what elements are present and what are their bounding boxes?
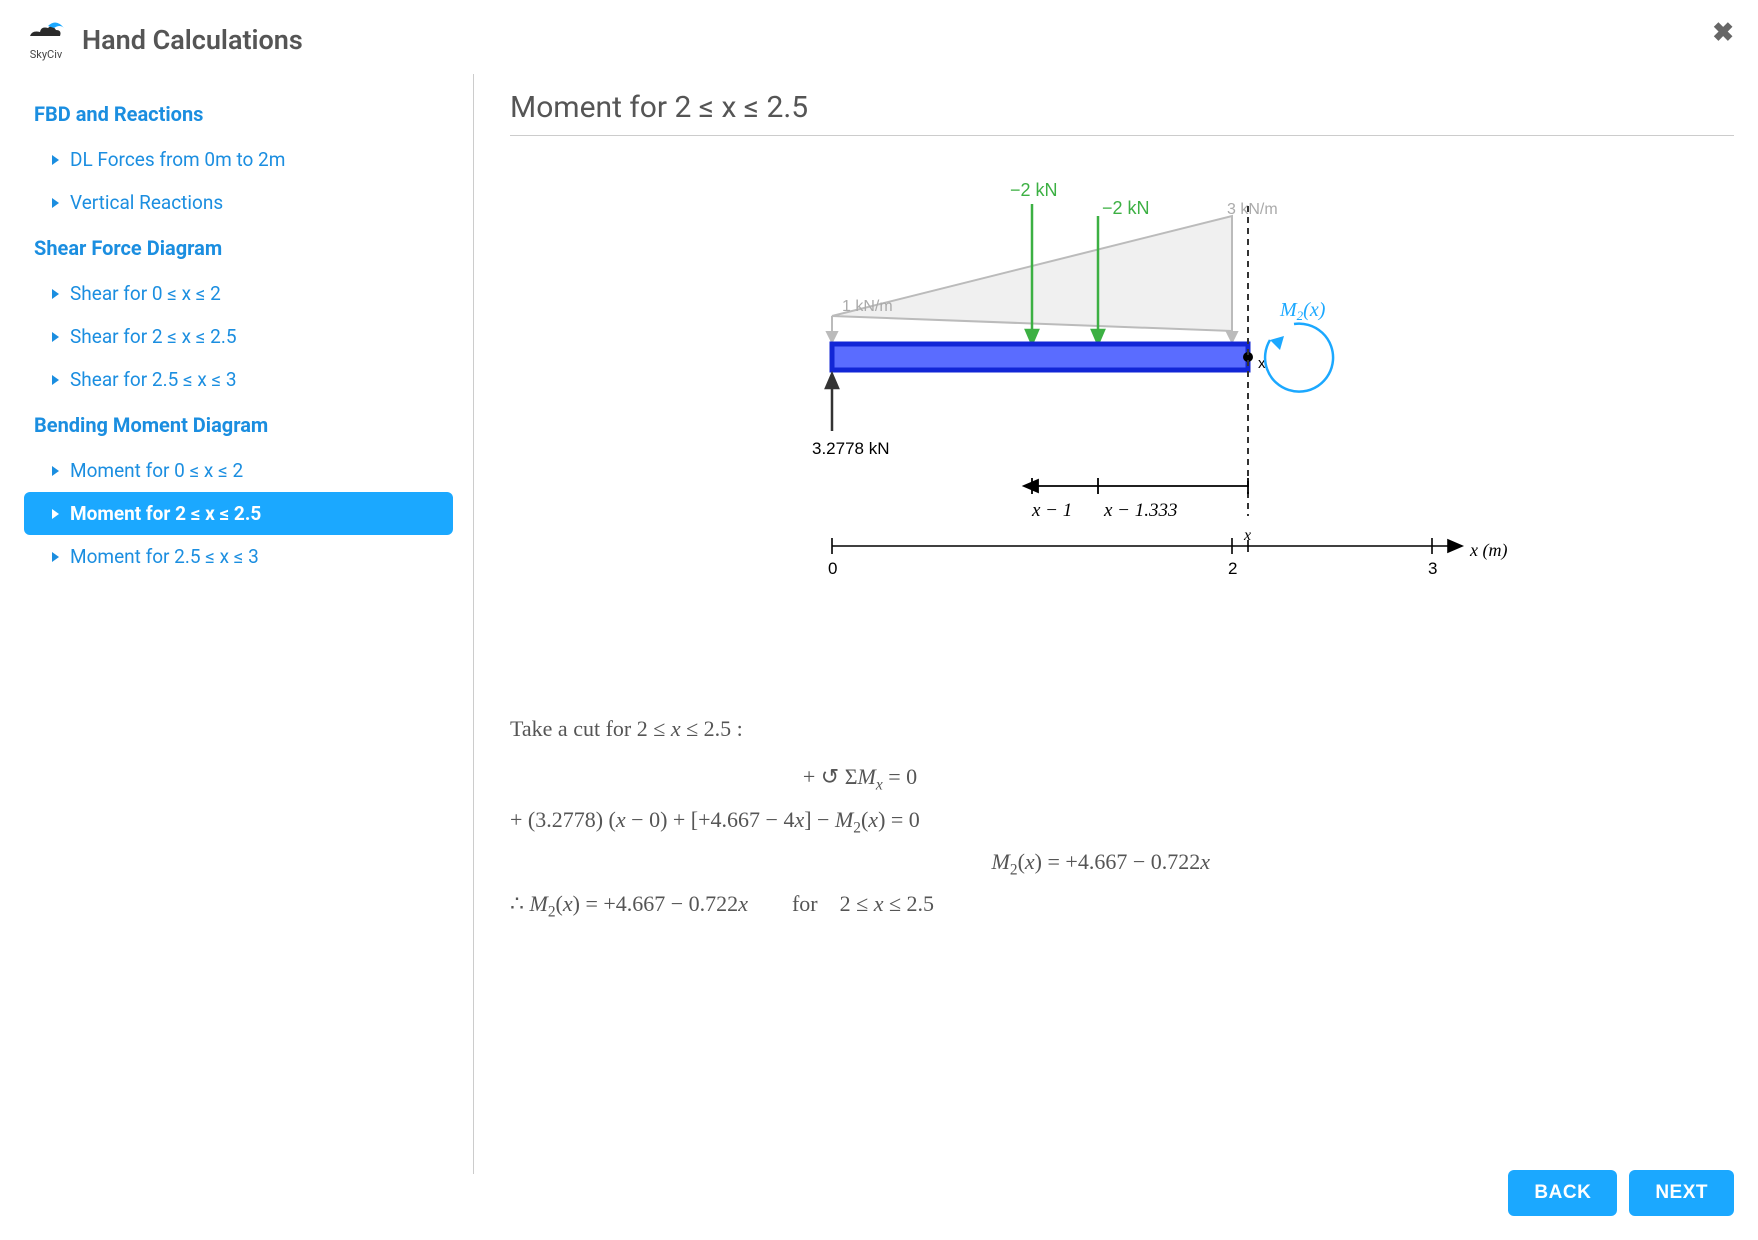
nav-section-shear[interactable]: Shear Force Diagram [24, 224, 453, 272]
content: FBD and Reactions DL Forces from 0m to 2… [0, 74, 1758, 1174]
nav-section-bending[interactable]: Bending Moment Diagram [24, 401, 453, 449]
nav-item-moment-2-25[interactable]: Moment for 2 ≤ x ≤ 2.5 [24, 492, 453, 535]
dim-2-label: x − 1.333 [1103, 500, 1178, 521]
main: Moment for 2 ≤ x ≤ 2.5 1 kN/m 3 kN/m [474, 74, 1734, 1174]
close-icon[interactable]: ✖ [1712, 18, 1734, 48]
axis-tick-3: 3 [1428, 559, 1437, 578]
nav-item-shear-2-25[interactable]: Shear for 2 ≤ x ≤ 2.5 [24, 315, 453, 358]
sidebar: FBD and Reactions DL Forces from 0m to 2… [24, 74, 474, 1174]
page-title: Hand Calculations [82, 24, 303, 56]
dim-1-label: x − 1 [1031, 500, 1072, 521]
eq-line-2: + (3.2778) (x − 0) + [+4.667 − 4x] − M2(… [510, 800, 1734, 842]
axis-tick-x: x [1243, 527, 1251, 544]
eq-line-3: M2(x) = +4.667 − 0.722x [510, 842, 1210, 884]
nav-item-moment-0-2[interactable]: Moment for 0 ≤ x ≤ 2 [24, 449, 453, 492]
x-axis [832, 538, 1462, 554]
point-force-2-label: −2 kN [1102, 198, 1150, 218]
nav-item-moment-25-3[interactable]: Moment for 2.5 ≤ x ≤ 3 [24, 535, 453, 578]
equation-block: + ↺ ΣMx = 0 + (3.2778) (x − 0) + [+4.667… [510, 757, 1734, 925]
next-button[interactable]: NEXT [1629, 1170, 1734, 1216]
reaction-label: 3.2778 kN [812, 439, 890, 458]
nav-item-shear-25-3[interactable]: Shear for 2.5 ≤ x ≤ 3 [24, 358, 453, 401]
reaction-arrow [826, 374, 838, 431]
point-force-1-label: −2 kN [1010, 180, 1058, 200]
main-title: Moment for 2 ≤ x ≤ 2.5 [510, 90, 1734, 136]
axis-tick-0: 0 [828, 559, 837, 578]
moment-label: M2(x) [1279, 299, 1326, 323]
beam [832, 344, 1248, 370]
moment-arc [1265, 324, 1333, 392]
logo: SkyCiv [24, 18, 68, 62]
axis-tick-2: 2 [1228, 559, 1237, 578]
header: SkyCiv Hand Calculations ✖ [0, 0, 1758, 74]
eq-line-4: ∴ M2(x) = +4.667 − 0.722x for 2 ≤ x ≤ 2.… [510, 884, 1734, 926]
nav-item-vertical-reactions[interactable]: Vertical Reactions [24, 181, 453, 224]
dimension-lines [1024, 478, 1248, 494]
diagram-svg: 1 kN/m 3 kN/m −2 kN −2 kN x [672, 156, 1572, 686]
axis-label: x (m) [1469, 540, 1507, 561]
back-button[interactable]: BACK [1508, 1170, 1617, 1216]
nav-section-fbd[interactable]: FBD and Reactions [24, 90, 453, 138]
nav-item-shear-0-2[interactable]: Shear for 0 ≤ x ≤ 2 [24, 272, 453, 315]
skyciv-logo-icon [26, 20, 66, 46]
dist-load-left-label: 1 kN/m [842, 298, 893, 315]
nav-item-dl-forces[interactable]: DL Forces from 0m to 2m [24, 138, 453, 181]
beam-diagram: 1 kN/m 3 kN/m −2 kN −2 kN x [510, 156, 1734, 686]
dist-load-right-label: 3 kN/m [1227, 201, 1278, 218]
eq-line-1: + ↺ ΣMx = 0 [510, 757, 1210, 799]
footer: BACK NEXT [1508, 1170, 1734, 1216]
logo-text: SkyCiv [30, 48, 62, 61]
calc-intro: Take a cut for 2 ≤ x ≤ 2.5 : [510, 710, 1734, 747]
